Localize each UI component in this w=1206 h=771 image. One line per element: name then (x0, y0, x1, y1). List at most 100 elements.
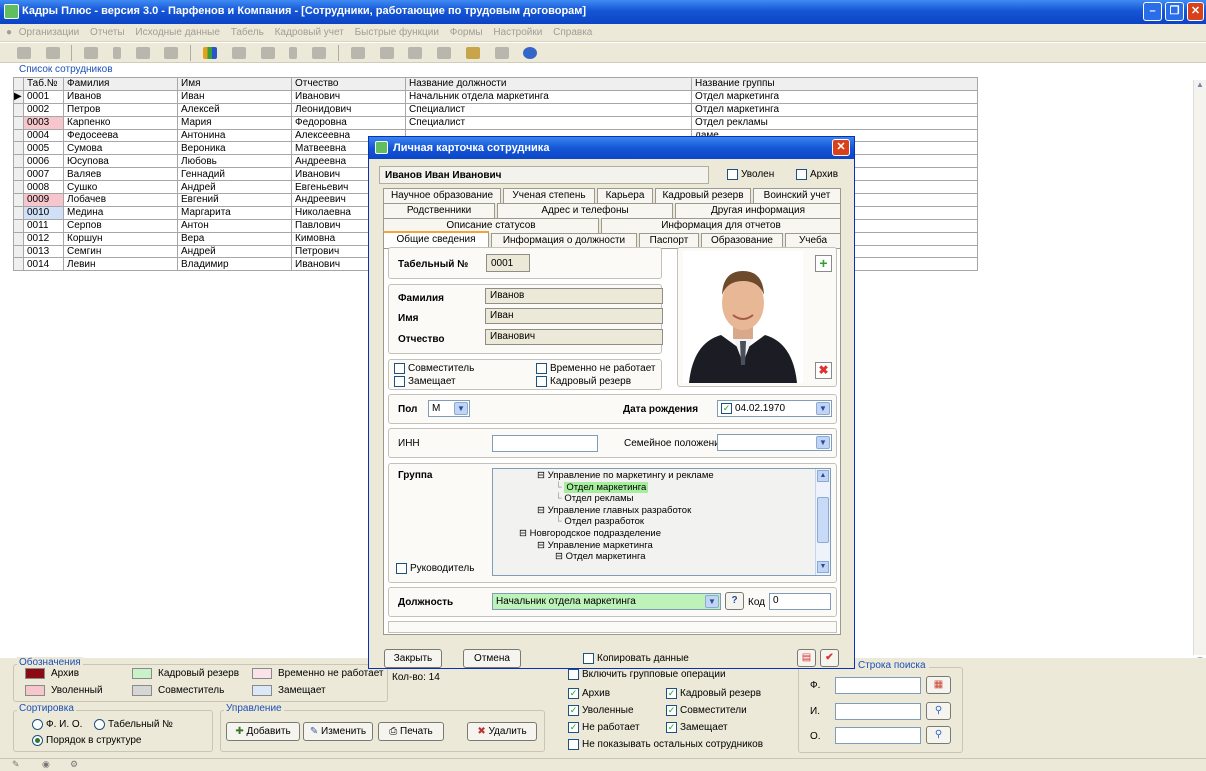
table-cell[interactable]: Андрей (177, 244, 292, 259)
table-cell[interactable]: 0010 (23, 205, 64, 220)
delete-button[interactable]: ✖ Удалить (467, 722, 537, 741)
table-cell[interactable]: 0012 (23, 231, 64, 246)
not-working-checkbox[interactable]: Временно не работает (536, 363, 656, 374)
tab-general[interactable]: Общие сведения (383, 231, 489, 248)
scroll-thumb[interactable] (817, 497, 829, 543)
table-cell[interactable]: Антонина (177, 128, 292, 143)
checkmark-icon[interactable]: ✓ (721, 403, 732, 414)
table-cell[interactable]: 0011 (23, 218, 64, 233)
tree-node[interactable]: ⊟ Новгородское подразделение (493, 528, 813, 540)
menu-reports[interactable]: Отчеты (86, 24, 129, 38)
tab-passport[interactable]: Паспорт (639, 233, 699, 248)
tab-address[interactable]: Адрес и телефоны (497, 203, 673, 218)
tab-degree[interactable]: Ученая степень (503, 188, 595, 203)
filter-replaces-checkbox[interactable]: ✓ Замещает (666, 722, 728, 733)
table-cell[interactable]: Специалист (405, 102, 692, 117)
table-cell[interactable]: Вероника (177, 141, 292, 156)
table-cell[interactable]: Мария (177, 115, 292, 130)
menu-forms[interactable]: Формы (446, 24, 487, 38)
toolbar-icon-9[interactable] (437, 47, 452, 59)
table-cell[interactable]: Отдел маркетинга (691, 102, 978, 117)
table-cell[interactable]: 0006 (23, 154, 64, 169)
table-cell[interactable]: 0005 (23, 141, 64, 156)
toolbar-icon-5[interactable] (312, 47, 327, 59)
tab-education[interactable]: Образование (701, 233, 783, 248)
tree-node[interactable]: ⊟ Отдел маркетинга (493, 551, 813, 563)
toolbar-icon-6[interactable] (350, 47, 365, 59)
table-cell[interactable]: Леонидович (291, 102, 406, 117)
tabno-field[interactable]: 0001 (486, 254, 530, 272)
chevron-down-icon[interactable]: ▼ (816, 402, 830, 415)
birth-date-picker[interactable]: ✓ 04.02.1970 ▼ (717, 400, 832, 417)
toolbar-icon-4[interactable] (164, 47, 179, 59)
table-cell[interactable]: 0004 (23, 128, 64, 143)
minimize-icon[interactable]: – (1143, 2, 1162, 21)
table-cell[interactable]: Андрей (177, 180, 292, 195)
combiner-checkbox[interactable]: Совместитель (394, 363, 474, 374)
copy-data-checkbox[interactable]: Копировать данные (583, 653, 689, 664)
calculator-icon[interactable] (231, 47, 246, 59)
tree-scrollbar[interactable]: ▲ ▼ (815, 469, 830, 575)
menu-hr[interactable]: Кадровый учет (271, 24, 348, 38)
tab-other-info[interactable]: Другая информация (675, 203, 841, 218)
filter-archive-checkbox[interactable]: ✓ Архив (568, 688, 610, 699)
inn-field[interactable] (492, 435, 598, 452)
filter-reserve-checkbox[interactable]: ✓ Кадровый резерв (666, 688, 761, 699)
table-cell[interactable]: Владимир (177, 257, 292, 272)
position-select[interactable]: Начальник отдела маркетинга ▼ (492, 593, 721, 610)
search-icon[interactable]: ⚲ (926, 702, 951, 720)
toolbar-icon-3[interactable] (135, 47, 150, 59)
toolbar-icon-8[interactable] (408, 47, 423, 59)
toolbar-icon-1[interactable] (16, 47, 31, 59)
archive-checkbox[interactable]: Архив (796, 169, 838, 180)
toolbar-icon-7[interactable] (379, 47, 394, 59)
scroll-up-icon[interactable]: ▲ (1196, 80, 1204, 89)
table-cell[interactable]: 0014 (23, 257, 64, 272)
table-cell[interactable]: Иванович (291, 89, 406, 104)
tree-node[interactable]: ⊟ Управление маркетинга (493, 540, 813, 552)
table-cell[interactable]: Лобачев (63, 193, 178, 207)
chevron-down-icon[interactable]: ▼ (454, 402, 468, 415)
table-row[interactable]: ▶ 0001 Иванов Иван Иванович Начальник отдела … (13, 89, 978, 104)
delete-photo-icon[interactable]: ✖ (815, 362, 832, 379)
table-cell[interactable]: Карпенко (63, 115, 178, 130)
collapse-icon[interactable]: ⊟ (537, 470, 548, 481)
col-position[interactable]: Название должности (405, 77, 692, 91)
table-cell[interactable]: Серпов (63, 218, 178, 233)
collapse-icon[interactable]: ⊟ (519, 528, 530, 539)
table-cell[interactable]: Любовь (177, 154, 292, 169)
head-checkbox[interactable]: Руководитель (396, 563, 474, 574)
table-cell[interactable]: 0001 (23, 89, 64, 104)
tab-scientific-education[interactable]: Научное образование (383, 188, 501, 203)
collapse-icon[interactable]: ⊟ (537, 540, 548, 551)
table-cell[interactable]: Левин (63, 257, 178, 272)
users-icon[interactable] (84, 47, 99, 59)
table-cell[interactable]: Юсупова (63, 154, 178, 169)
reserve-checkbox[interactable]: Кадровый резерв (536, 376, 631, 387)
table-cell[interactable]: Сумова (63, 141, 178, 156)
collapse-icon[interactable]: ⊟ (537, 505, 548, 516)
tab-reserve[interactable]: Кадровый резерв (655, 188, 751, 203)
table-cell[interactable]: 0003 (23, 115, 64, 130)
table-cell[interactable]: Федоровна (291, 115, 406, 130)
document-icon[interactable]: ▤ (797, 649, 816, 667)
table-cell[interactable]: 0008 (23, 180, 64, 195)
clear-filter-icon[interactable]: ▦ (926, 676, 951, 694)
help-button[interactable]: ? (725, 592, 744, 610)
table-cell[interactable]: Медина (63, 205, 178, 220)
close-icon[interactable]: ✕ (1187, 2, 1204, 21)
tree-node[interactable]: └ Отдел рекламы (493, 493, 813, 505)
edit-button[interactable]: ✎ Изменить (303, 722, 373, 741)
maximize-icon[interactable]: ❐ (1165, 2, 1184, 21)
table-cell[interactable]: Отдел рекламы (691, 115, 978, 130)
table-cell[interactable]: Геннадий (177, 167, 292, 182)
search-surname-input[interactable] (835, 677, 921, 694)
tree-node[interactable]: ⊟ Управление по маркетингу и рекламе (493, 470, 813, 482)
tree-node[interactable]: ⊟ Управление главных разработок (493, 505, 813, 517)
col-tabno[interactable]: Таб.№ (23, 77, 64, 91)
close-button[interactable]: Закрыть (384, 649, 442, 668)
tab-career[interactable]: Карьера (597, 188, 653, 203)
table-cell[interactable]: Коршун (63, 231, 178, 246)
group-tree[interactable]: ⊟ Управление по маркетингу и рекламе └ О… (492, 468, 831, 576)
col-patronymic[interactable]: Отчество (291, 77, 406, 91)
